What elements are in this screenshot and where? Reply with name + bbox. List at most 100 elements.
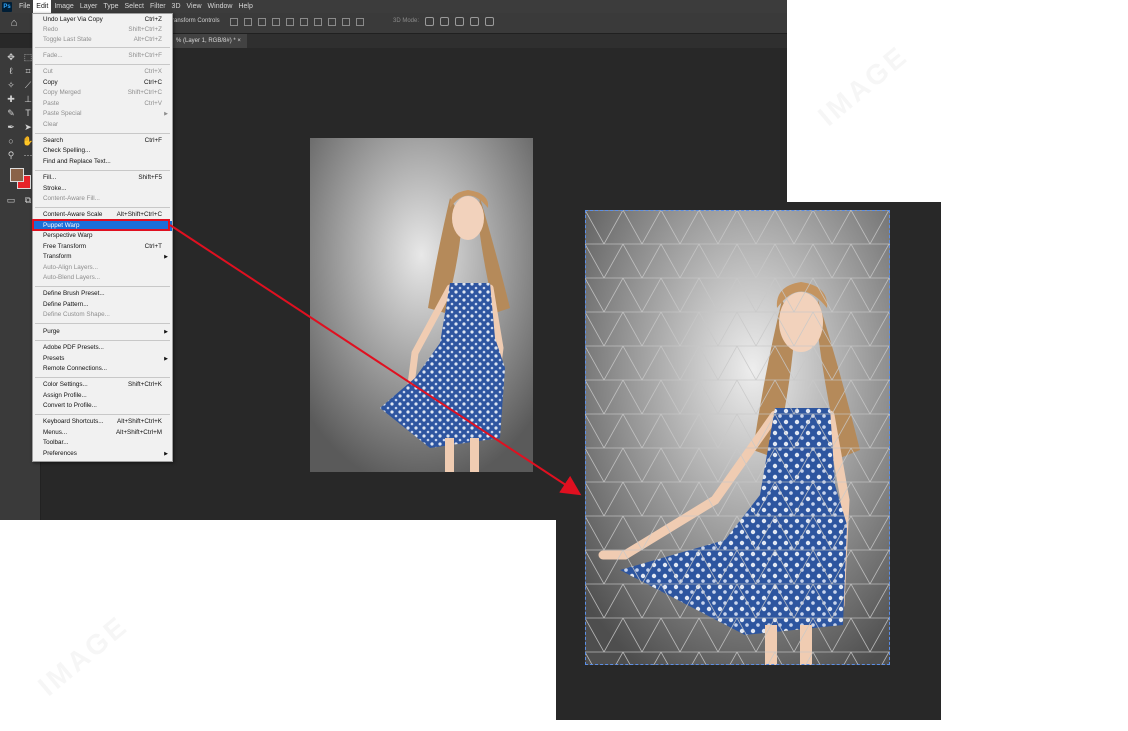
puppet-warp-mesh-bounds: [585, 210, 890, 665]
menu-separator: [35, 170, 170, 171]
move-tool-icon[interactable]: ✥: [5, 51, 17, 63]
align-buttons: [230, 18, 364, 26]
puppet-warp-highlight-box: [32, 219, 170, 231]
magic-wand-icon[interactable]: ✧: [5, 79, 17, 91]
menu-item-redo[interactable]: Redo Shift+Ctrl+Z: [33, 25, 172, 35]
menu-window[interactable]: Window: [205, 0, 236, 13]
menu-item-adobe-pdf-presets[interactable]: Adobe PDF Presets...: [33, 343, 172, 353]
menu-item-purge[interactable]: Purge ▶: [33, 327, 172, 337]
watermark-logo: IMAGE: [812, 39, 914, 132]
menu-file[interactable]: File: [16, 0, 33, 13]
align-right-icon[interactable]: [258, 18, 266, 26]
menu-item-toggle-last-state[interactable]: Toggle Last State Alt+Ctrl+Z: [33, 35, 172, 45]
menu-item-fade[interactable]: Fade... Shift+Ctrl+F: [33, 51, 172, 61]
menu-item-cut[interactable]: Cut Ctrl+X: [33, 67, 172, 77]
menu-item-keyboard-shortcuts[interactable]: Keyboard Shortcuts... Alt+Shift+Ctrl+K: [33, 417, 172, 427]
menu-layer[interactable]: Layer: [77, 0, 101, 13]
menu-separator: [35, 286, 170, 287]
menu-item-paste[interactable]: Paste Ctrl+V: [33, 99, 172, 109]
menu-separator: [35, 47, 170, 48]
align-middle-icon[interactable]: [286, 18, 294, 26]
ellipse-tool-icon[interactable]: ○: [5, 135, 17, 147]
brush-tool-icon[interactable]: ✎: [5, 107, 17, 119]
menu-separator: [35, 207, 170, 208]
roll-3d-icon[interactable]: [440, 17, 449, 26]
menu-separator: [35, 133, 170, 134]
menu-separator: [35, 340, 170, 341]
menu-item-presets[interactable]: Presets ▶: [33, 354, 172, 364]
scale-3d-icon[interactable]: [485, 17, 494, 26]
menu-item-convert-to-profile[interactable]: Convert to Profile...: [33, 401, 172, 411]
menu-item-copy-merged[interactable]: Copy Merged Shift+Ctrl+C: [33, 88, 172, 98]
menu-3d[interactable]: 3D: [169, 0, 184, 13]
menu-separator: [35, 414, 170, 415]
menu-item-color-settings[interactable]: Color Settings... Shift+Ctrl+K: [33, 380, 172, 390]
menu-item-preferences[interactable]: Preferences ▶: [33, 449, 172, 459]
menu-item-toolbar[interactable]: Toolbar...: [33, 438, 172, 448]
menu-item-transform[interactable]: Transform ▶: [33, 252, 172, 262]
menu-item-remote-connections[interactable]: Remote Connections...: [33, 364, 172, 374]
menu-item-copy[interactable]: Copy Ctrl+C: [33, 78, 172, 88]
document-tab[interactable]: % (Layer 1, RGB/8#) * ×: [170, 34, 247, 48]
submenu-arrow-icon: ▶: [164, 111, 168, 117]
slide-3d-icon[interactable]: [470, 17, 479, 26]
menu-item-define-brush-preset[interactable]: Define Brush Preset...: [33, 289, 172, 299]
home-icon[interactable]: ⌂: [6, 16, 22, 30]
menu-item-perspective-warp[interactable]: Perspective Warp: [33, 231, 172, 241]
healing-brush-icon[interactable]: ✚: [5, 93, 17, 105]
menu-item-fill[interactable]: Fill... Shift+F5: [33, 173, 172, 183]
more-options-icon[interactable]: [356, 18, 364, 26]
menu-item-define-custom-shape[interactable]: Define Custom Shape...: [33, 310, 172, 320]
align-bottom-icon[interactable]: [300, 18, 308, 26]
submenu-arrow-icon: ▶: [164, 451, 168, 457]
menu-item-stroke[interactable]: Stroke...: [33, 184, 172, 194]
menu-item-check-spelling[interactable]: Check Spelling...: [33, 146, 172, 156]
distribute-horizontal-icon[interactable]: [342, 18, 350, 26]
submenu-arrow-icon: ▶: [164, 356, 168, 362]
menu-type[interactable]: Type: [100, 0, 121, 13]
transform-controls-label[interactable]: ransform Controls: [172, 18, 220, 24]
menu-item-define-pattern[interactable]: Define Pattern...: [33, 300, 172, 310]
menu-item-content-aware-fill[interactable]: Content-Aware Fill...: [33, 194, 172, 204]
watermark-logo: IMAGE: [32, 609, 134, 702]
lasso-tool-icon[interactable]: ℓ: [5, 65, 17, 77]
menu-filter[interactable]: Filter: [147, 0, 169, 13]
menu-separator: [35, 323, 170, 324]
menu-item-undo-layer-via-copy[interactable]: Undo Layer Via Copy Ctrl+Z: [33, 15, 172, 25]
foreground-color-swatch[interactable]: [10, 168, 24, 182]
menu-select[interactable]: Select: [122, 0, 147, 13]
align-center-icon[interactable]: [244, 18, 252, 26]
menu-item-menus[interactable]: Menus... Alt+Shift+Ctrl+M: [33, 428, 172, 438]
pen-tool-icon[interactable]: ✒: [5, 121, 17, 133]
menu-item-find-and-replace-text[interactable]: Find and Replace Text...: [33, 157, 172, 167]
menu-item-clear[interactable]: Clear: [33, 120, 172, 130]
menu-item-assign-profile[interactable]: Assign Profile...: [33, 391, 172, 401]
3d-mode-label: 3D Mode:: [393, 18, 420, 24]
align-top-icon[interactable]: [272, 18, 280, 26]
distribute-vertical-icon[interactable]: [328, 18, 336, 26]
menu-separator: [35, 377, 170, 378]
orbit-3d-icon[interactable]: [425, 17, 434, 26]
zoom-tool-icon[interactable]: ⚲: [5, 149, 17, 161]
align-left-icon[interactable]: [230, 18, 238, 26]
menu-item-auto-align-layers[interactable]: Auto-Align Layers...: [33, 263, 172, 273]
quick-mask-icon[interactable]: ▭: [5, 194, 17, 206]
menu-help[interactable]: Help: [235, 0, 255, 13]
edit-dropdown-menu: Undo Layer Via Copy Ctrl+Z Redo Shift+Ctrl…: [32, 13, 173, 462]
document-tab-title: % (Layer 1, RGB/8#) *: [176, 38, 236, 44]
menu-item-search[interactable]: Search Ctrl+F: [33, 136, 172, 146]
girl-photo-image: [310, 138, 533, 472]
menu-edit[interactable]: Edit: [33, 0, 52, 13]
document-photo[interactable]: [310, 138, 533, 472]
menu-item-auto-blend-layers[interactable]: Auto-Blend Layers...: [33, 273, 172, 283]
photoshop-logo-icon: Ps: [2, 1, 12, 12]
menu-item-free-transform[interactable]: Free Transform Ctrl+T: [33, 242, 172, 252]
menu-image[interactable]: Image: [51, 0, 76, 13]
menu-bar: Ps File Edit Image Layer Type Select Fil…: [0, 0, 787, 13]
menu-view[interactable]: View: [184, 0, 205, 13]
submenu-arrow-icon: ▶: [164, 329, 168, 335]
menu-separator: [35, 64, 170, 65]
drag-3d-icon[interactable]: [455, 17, 464, 26]
distribute-icon[interactable]: [314, 18, 322, 26]
menu-item-paste-special[interactable]: Paste Special ▶: [33, 109, 172, 119]
